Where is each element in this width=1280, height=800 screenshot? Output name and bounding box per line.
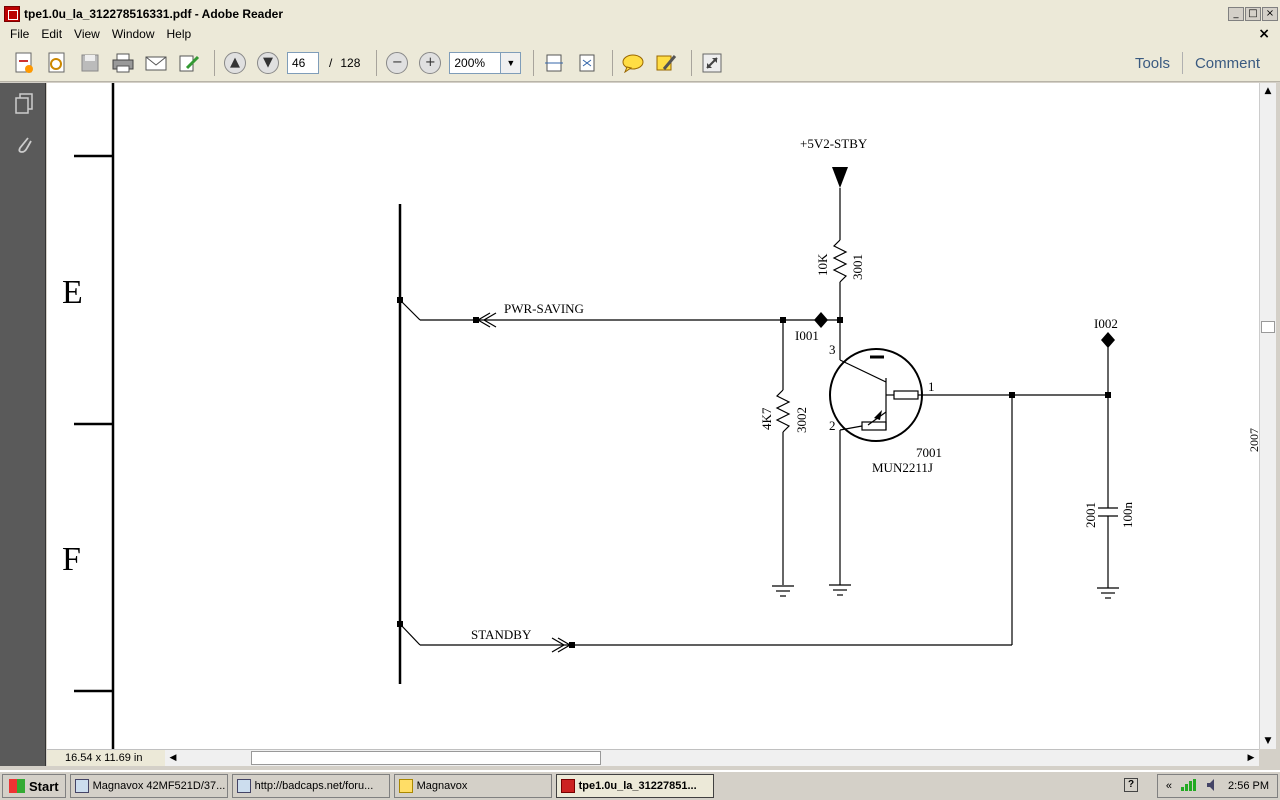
highlight-icon[interactable]: [652, 49, 680, 77]
vertical-scroll-thumb[interactable]: [1261, 321, 1275, 333]
scroll-left-icon[interactable]: ◀: [165, 750, 181, 766]
row-label-f: F: [62, 541, 81, 578]
minimize-button[interactable]: _: [1228, 7, 1244, 21]
taskbar-item-label: tpe1.0u_la_31227851...: [578, 780, 697, 792]
transistor-ref: 7001: [916, 445, 942, 460]
pin-2-label: 2: [829, 418, 836, 433]
toolbar-separator: [533, 49, 535, 76]
sticky-note-icon[interactable]: [619, 49, 647, 77]
zoom-input[interactable]: [449, 51, 502, 74]
standby-label: STANDBY: [471, 627, 532, 642]
taskbar-item-browser-magnavox[interactable]: Magnavox 42MF521D/37...: [69, 774, 228, 798]
zoom-in-icon[interactable]: +: [416, 49, 444, 77]
schematic-drawing: E F +5V2-STBY 10K 3001 PWR-SAVING I001 I…: [62, 83, 1259, 749]
status-bar: 16.54 x 11.69 in ◀ ▶: [47, 749, 1259, 766]
toolbar: ▲ ▼ / 128 − + ▼ Tools Comment: [0, 44, 1280, 82]
folder-icon: [398, 779, 413, 793]
pwr-saving-label: PWR-SAVING: [504, 301, 584, 316]
close-document-button[interactable]: ×: [1258, 26, 1270, 42]
network-icon[interactable]: [1180, 778, 1198, 795]
scroll-up-icon[interactable]: ▲: [1260, 83, 1276, 99]
menu-help[interactable]: Help: [161, 27, 198, 41]
pin-3-label: 3: [829, 342, 836, 357]
menu-window[interactable]: Window: [106, 27, 161, 41]
document-view[interactable]: E F +5V2-STBY 10K 3001 PWR-SAVING I001 I…: [47, 83, 1259, 749]
capacitor-ref: 2001: [1083, 502, 1098, 528]
fit-page-icon[interactable]: [540, 49, 568, 77]
transistor-part: MUN2211J: [872, 460, 933, 475]
create-pdf-icon[interactable]: [10, 49, 38, 77]
menu-edit[interactable]: Edit: [35, 27, 68, 41]
help-icon[interactable]: ?: [1124, 778, 1138, 792]
start-button[interactable]: Start: [2, 774, 66, 798]
vertical-scrollbar[interactable]: ▲ ▼: [1259, 83, 1276, 749]
zoom-dropdown-icon[interactable]: ▼: [501, 51, 522, 74]
clock[interactable]: 2:56 PM: [1228, 780, 1269, 792]
r3001-value: 10K: [815, 253, 830, 276]
scroll-right-icon[interactable]: ▶: [1243, 750, 1259, 766]
toolbar-separator: [691, 49, 693, 76]
supply-label: +5V2-STBY: [800, 136, 868, 151]
toolbar-separator: [612, 49, 614, 76]
toolbar-separator: [214, 49, 215, 76]
row-label-e: E: [62, 274, 83, 311]
menu-view[interactable]: View: [68, 27, 106, 41]
taskbar-item-label: http://badcaps.net/foru...: [254, 780, 374, 792]
window-controls: _ □ ×: [1228, 7, 1278, 21]
taskbar-item-label: Magnavox 42MF521D/37...: [92, 780, 226, 792]
system-tray: « 2:56 PM: [1156, 774, 1278, 798]
testpoint-i001: I001: [795, 328, 819, 343]
zoom-out-icon[interactable]: −: [383, 49, 411, 77]
r3002-ref: 3002: [794, 407, 809, 433]
page-number-input[interactable]: [287, 51, 319, 74]
taskbar-item-adobe-reader[interactable]: tpe1.0u_la_31227851...: [555, 774, 714, 798]
browser-icon: [236, 779, 251, 793]
start-label: Start: [29, 778, 59, 794]
taskbar-item-browser-badcaps[interactable]: http://badcaps.net/foru...: [231, 774, 390, 798]
email-icon[interactable]: [142, 49, 170, 77]
taskbar-item-folder-magnavox[interactable]: Magnavox: [393, 774, 552, 798]
fit-width-icon[interactable]: [573, 49, 601, 77]
attachments-icon[interactable]: [13, 133, 35, 157]
horizontal-scroll-thumb[interactable]: [251, 751, 601, 765]
window-title: tpe1.0u_la_312278516331.pdf - Adobe Read…: [24, 6, 284, 21]
volume-icon[interactable]: [1206, 778, 1220, 795]
page-thumbnails-icon[interactable]: [13, 91, 35, 115]
full-screen-icon[interactable]: [698, 49, 726, 77]
menu-bar: File Edit View Window Help ×: [0, 24, 1280, 44]
pdf-app-icon: [4, 5, 20, 22]
next-page-icon[interactable]: ▼: [254, 49, 282, 77]
r3001-ref: 3001: [850, 254, 865, 280]
toolbar-separator: [376, 49, 378, 76]
r3002-value: 4K7: [759, 407, 774, 430]
horizontal-scrollbar[interactable]: ◀ ▶: [165, 750, 1259, 766]
comment-pane-button[interactable]: Comment: [1183, 55, 1272, 72]
windows-logo-icon: [9, 779, 25, 793]
previous-page-icon[interactable]: ▲: [221, 49, 249, 77]
testpoint-i002: I002: [1094, 316, 1118, 331]
page-size-readout: 16.54 x 11.69 in: [65, 752, 143, 764]
navigation-panel: [0, 83, 46, 766]
sign-icon[interactable]: [175, 49, 203, 77]
page-separator: /: [329, 55, 333, 70]
close-button[interactable]: ×: [1262, 7, 1278, 21]
menu-file[interactable]: File: [4, 27, 35, 41]
browser-icon: [74, 779, 89, 793]
tray-chevron[interactable]: «: [1166, 780, 1172, 792]
maximize-button[interactable]: □: [1245, 7, 1261, 21]
save-icon[interactable]: [76, 49, 104, 77]
scroll-down-icon[interactable]: ▼: [1260, 733, 1276, 749]
taskbar: Start Magnavox 42MF521D/37... http://bad…: [0, 770, 1280, 800]
task-panes: Tools Comment: [1123, 44, 1272, 82]
edge-label: 2007: [1247, 428, 1259, 452]
print-icon[interactable]: [109, 49, 137, 77]
page-total: 128: [340, 55, 361, 70]
edit-pdf-icon[interactable]: [43, 49, 71, 77]
taskbar-item-label: Magnavox: [416, 780, 468, 792]
capacitor-value: 100n: [1120, 502, 1135, 529]
pin-1-label: 1: [928, 379, 935, 394]
pdf-icon: [560, 779, 575, 793]
tools-pane-button[interactable]: Tools: [1123, 55, 1182, 72]
